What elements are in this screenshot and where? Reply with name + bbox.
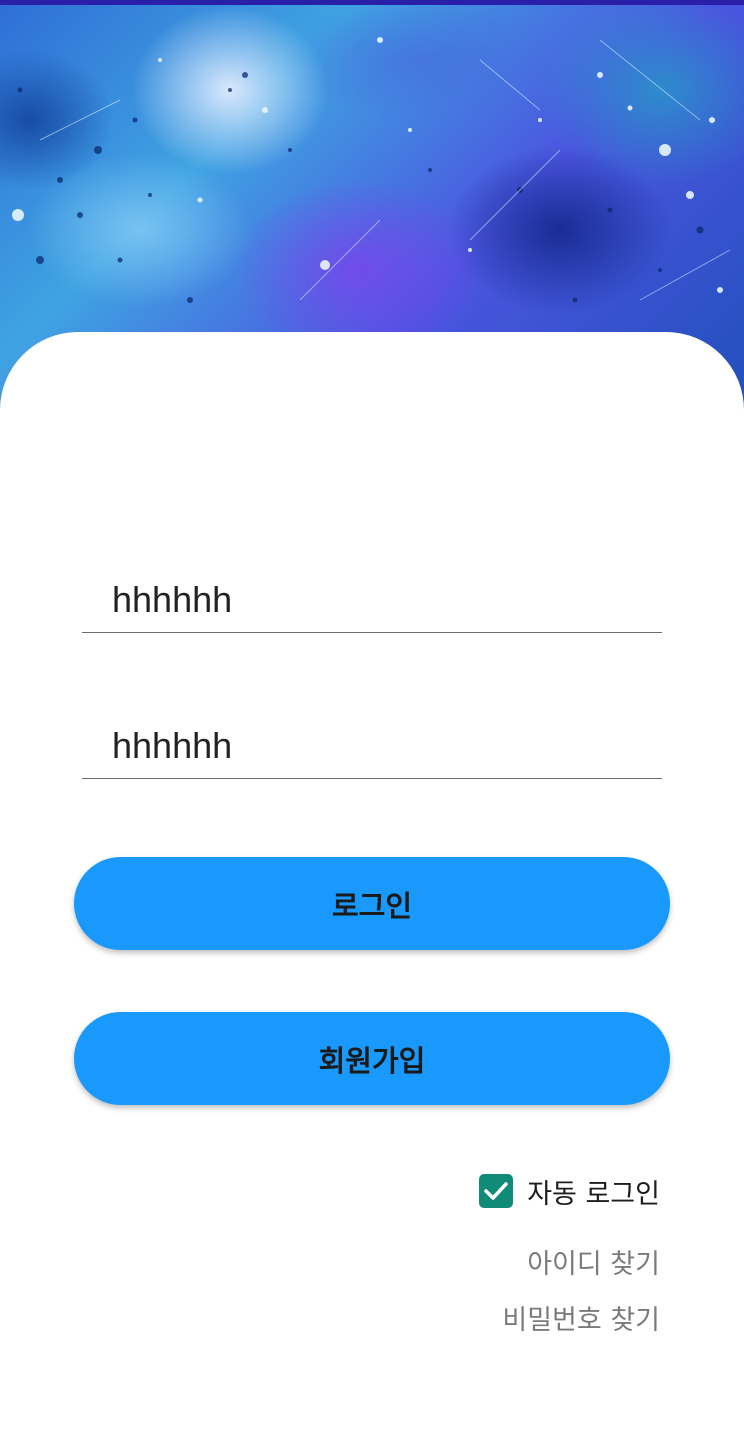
find-id-link[interactable]: 아이디 찾기: [527, 1242, 660, 1281]
auto-login-toggle[interactable]: 자동 로그인: [479, 1172, 660, 1210]
password-input[interactable]: [112, 722, 652, 770]
id-input[interactable]: [112, 576, 652, 624]
password-field[interactable]: [82, 718, 662, 779]
auto-login-label: 자동 로그인: [527, 1178, 660, 1210]
check-icon: [484, 1182, 508, 1200]
id-field[interactable]: [82, 572, 662, 633]
status-bar: [0, 0, 744, 5]
login-button-label: 로그인: [331, 888, 413, 923]
login-button[interactable]: 로그인: [74, 857, 670, 950]
signup-button[interactable]: 회원가입: [74, 1012, 670, 1105]
signup-button-label: 회원가입: [318, 1043, 426, 1078]
auto-login-checkbox[interactable]: [479, 1174, 514, 1208]
find-password-link[interactable]: 비밀번호 찾기: [502, 1298, 660, 1337]
